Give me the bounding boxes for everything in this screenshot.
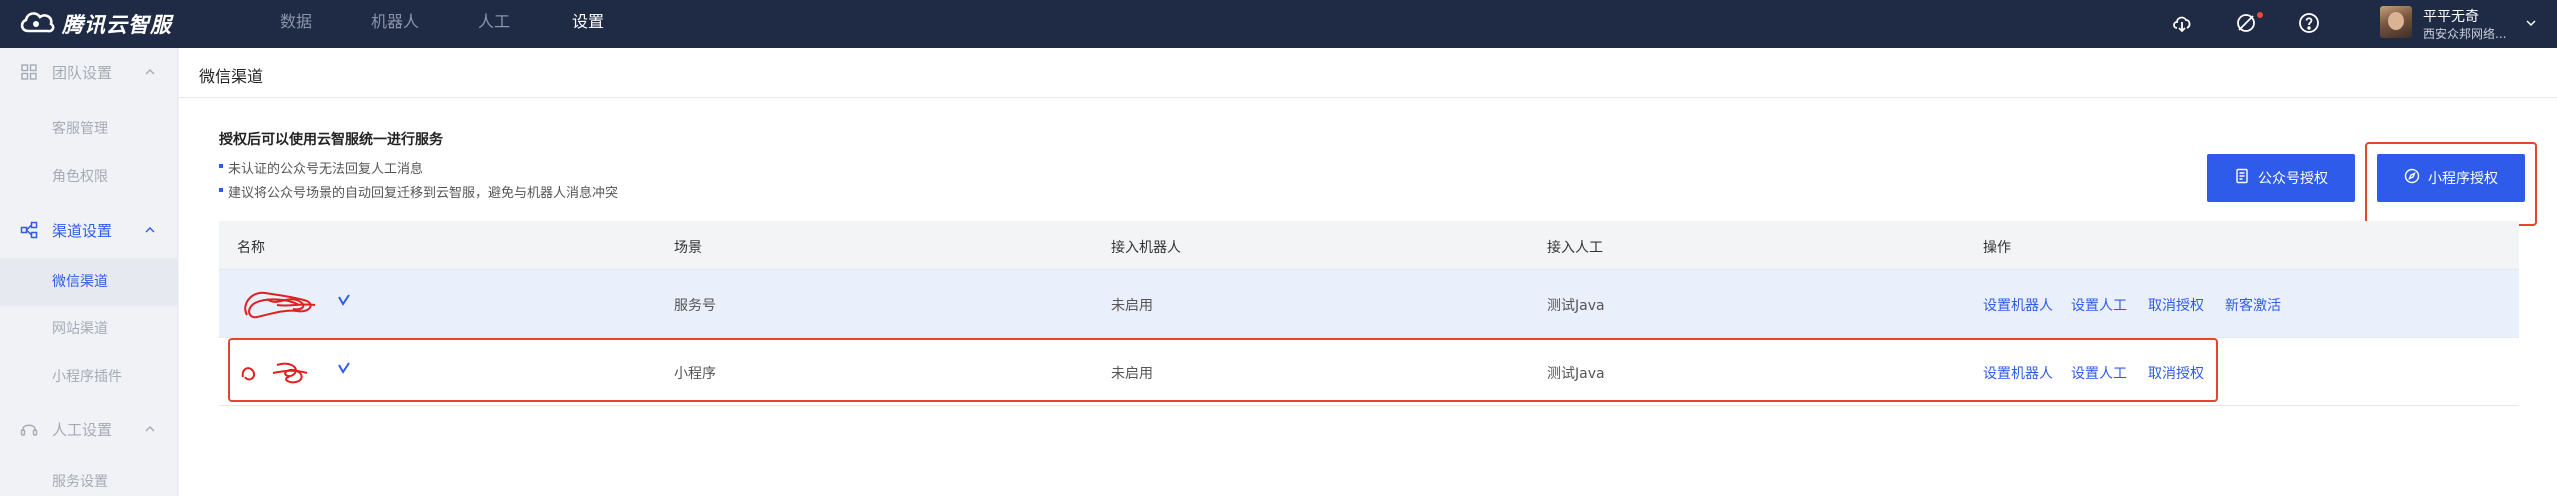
nav-human[interactable]: 人工: [478, 0, 510, 48]
top-navigation-bar: 腾讯云智服 数据 机器人 人工 设置 平平无奇 西安众邦网络...: [0, 0, 2557, 48]
table-row[interactable]: 服务号 未启用 测试Java 设置机器人 设置人工 取消授权 新客激活: [219, 270, 2519, 338]
sidebar-item-service[interactable]: 服务设置: [0, 458, 178, 496]
page-title: 微信渠道: [199, 67, 264, 86]
chevron-down-icon[interactable]: [2524, 15, 2538, 29]
sidebar-group-human[interactable]: 人工设置: [0, 405, 178, 453]
chevron-up-icon: [143, 422, 157, 436]
annotation-highlight: [2365, 142, 2537, 226]
sidebar-item-agents[interactable]: 客服管理: [0, 105, 178, 153]
column-header-scene: 场景: [674, 240, 702, 256]
column-header-robot: 接入机器人: [1111, 240, 1181, 256]
column-header-actions: 操作: [1983, 240, 2011, 256]
cloud-download-icon[interactable]: [2170, 11, 2194, 35]
sidebar-item-roles[interactable]: 角色权限: [0, 153, 178, 201]
sidebar-group-team[interactable]: 团队设置: [0, 48, 178, 96]
headset-icon: [20, 420, 38, 438]
annotation-highlight: [228, 338, 2218, 402]
button-label: 公众号授权: [2258, 171, 2328, 187]
scene-cell: 服务号: [674, 298, 716, 314]
brand-name: 腾讯云智服: [62, 13, 172, 37]
info-line: 建议将公众号场景的自动回复迁移到云智服，避免与机器人消息冲突: [219, 182, 618, 201]
agent-cell: 测试Java: [1547, 298, 1605, 314]
column-header-name: 名称: [237, 240, 265, 256]
user-org: 西安众邦网络...: [2423, 27, 2507, 41]
nav-robot[interactable]: 机器人: [371, 0, 419, 48]
table-header: 名称 场景 接入机器人 接入人工 操作: [219, 221, 2519, 270]
revoke-auth-link[interactable]: 取消授权: [2148, 295, 2204, 315]
grid-icon: [20, 63, 38, 81]
info-title: 授权后可以使用云智服统一进行服务: [219, 132, 443, 148]
main-content: 微信渠道 授权后可以使用云智服统一进行服务 未认证的公众号无法回复人工消息 建议…: [179, 48, 2557, 496]
help-icon[interactable]: [2297, 11, 2321, 35]
column-header-agent: 接入人工: [1547, 240, 1603, 256]
notification-badge: [2257, 12, 2263, 18]
sidebar-item-website[interactable]: 网站渠道: [0, 305, 178, 353]
sidebar-group-channels[interactable]: 渠道设置: [0, 206, 178, 254]
activate-new-customer-link[interactable]: 新客激活: [2225, 295, 2281, 315]
brand-logo[interactable]: 腾讯云智服: [18, 8, 172, 40]
sidebar-group-label: 渠道设置: [52, 222, 113, 240]
share-nodes-icon: [20, 221, 38, 239]
official-account-auth-button[interactable]: 公众号授权: [2207, 154, 2355, 202]
info-line: 未认证的公众号无法回复人工消息: [219, 158, 423, 177]
sidebar-item-miniprogram-plugin[interactable]: 小程序插件: [0, 353, 178, 401]
sidebar: 团队设置 客服管理 角色权限 渠道设置 微信渠道 网站渠道 小程序插件 人工设置…: [0, 48, 178, 496]
chevron-up-icon: [143, 65, 157, 79]
nav-data[interactable]: 数据: [280, 0, 312, 48]
robot-cell: 未启用: [1111, 298, 1153, 314]
cloud-logo-icon: [18, 9, 56, 39]
page-header: 微信渠道: [179, 48, 2557, 98]
chevron-up-icon: [143, 223, 157, 237]
avatar[interactable]: [2380, 6, 2412, 38]
sidebar-group-label: 团队设置: [52, 64, 113, 82]
sidebar-item-wechat[interactable]: 微信渠道: [0, 258, 178, 306]
user-name[interactable]: 平平无奇: [2423, 6, 2479, 26]
nav-settings[interactable]: 设置: [572, 0, 604, 48]
notification-off-icon[interactable]: [2234, 11, 2258, 35]
set-agent-link[interactable]: 设置人工: [2071, 295, 2127, 315]
verified-icon: [337, 292, 351, 306]
sidebar-group-label: 人工设置: [52, 421, 113, 439]
document-icon: [2234, 168, 2258, 188]
set-robot-link[interactable]: 设置机器人: [1983, 295, 2053, 315]
